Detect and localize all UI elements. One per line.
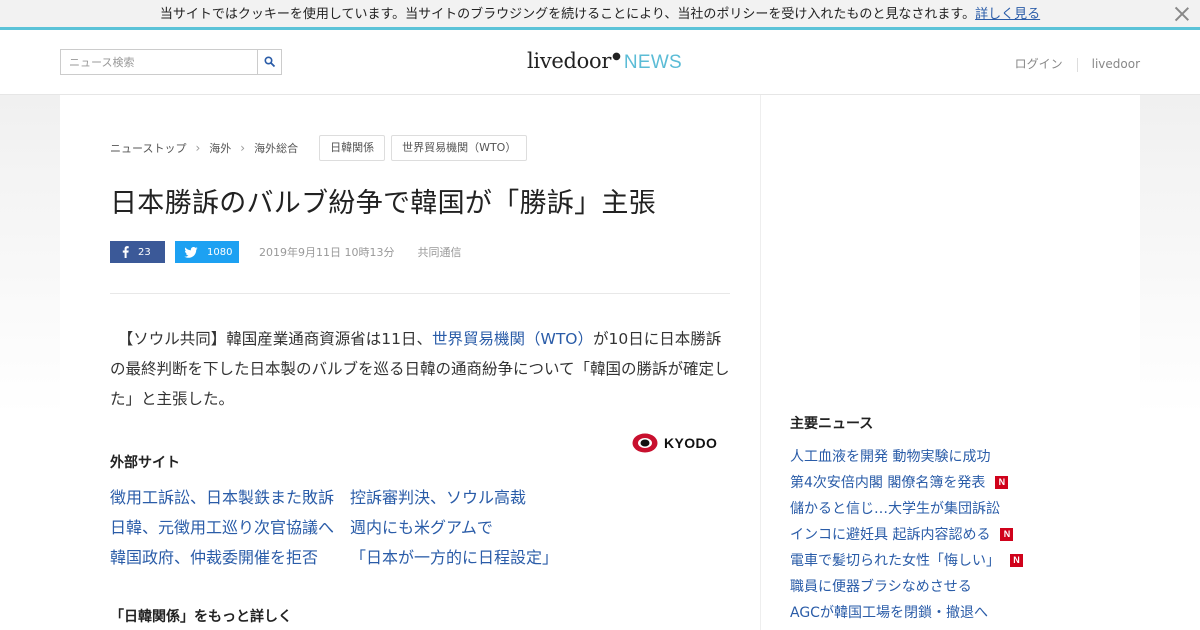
search-button[interactable] (257, 50, 281, 74)
external-links: 徴用工訴訟、日本製鉄また敗訴 控訴審判決、ソウル高裁 日韓、元徴用工巡り次官協議へ… (110, 483, 730, 573)
close-icon[interactable] (1174, 6, 1190, 22)
top-news-link[interactable]: 第4次安倍内閣 閣僚名簿を発表 (790, 472, 985, 492)
cookie-message: 当サイトではクッキーを使用しています。当サイトのブラウジングを続けることにより、… (159, 7, 976, 22)
wto-link[interactable]: 世界貿易機関（WTO） (432, 330, 593, 348)
top-news-link[interactable]: AGCが韓国工場を閉鎖・撤退へ (790, 602, 988, 622)
kyodo-logo: KYODO (632, 433, 717, 453)
facebook-count: 23 (138, 246, 151, 258)
chevron-right-icon: › (195, 141, 201, 155)
kyodo-mark-icon (632, 433, 658, 453)
list-item: 第4次安倍内閣 閣僚名簿を発表 N (790, 469, 1023, 495)
logo-news: NEWS (623, 52, 683, 73)
chevron-right-icon: › (240, 141, 246, 155)
twitter-share-button[interactable]: 1080 (175, 241, 239, 263)
new-badge: N (995, 475, 1009, 489)
list-item: インコに避妊具 起訴内容認める N (790, 521, 1023, 547)
breadcrumb-item-overseas[interactable]: 海外 (209, 140, 231, 156)
top-news-link[interactable]: 電車で髪切られた女性「悔しい」 (790, 550, 1000, 570)
body-text-lead: 【ソウル共同】韓国産業通商資源省は11日、 (125, 330, 432, 348)
facebook-icon (122, 246, 129, 258)
site-header: livedoor●NEWS ログインlivedoor (0, 33, 1200, 95)
tag-japan-korea[interactable]: 日韓関係 (319, 135, 386, 161)
external-link[interactable]: 控訴審判決、ソウル高裁 (350, 483, 526, 513)
external-link[interactable]: 韓国政府、仲裁委開催を拒否 (110, 543, 350, 573)
top-news-link[interactable]: インコに避妊具 起訴内容認める (790, 524, 990, 544)
facebook-share-button[interactable]: 23 (110, 241, 165, 263)
cookie-details-link[interactable]: 詳しく見る (975, 7, 1040, 22)
more-about-heading: 「日韓関係」をもっと詳しく (110, 609, 292, 625)
share-row: 23 1080 2019年9月11日 10時13分 共同通信 (110, 241, 461, 263)
list-item: 儲かると信じ…大学生が集団訴訟 (790, 495, 1023, 521)
login-link[interactable]: ログイン (1015, 57, 1063, 71)
article-title: 日本勝訴のバルブ紛争で韓国が「勝訴」主張 (110, 188, 656, 219)
top-news-link[interactable]: 儲かると信じ…大学生が集団訴訟 (790, 498, 1000, 518)
article-source: 共同通信 (417, 246, 462, 259)
logo-main: livedoor (527, 49, 612, 73)
new-badge: N (1000, 527, 1014, 541)
list-item: 電車で髪切られた女性「悔しい」 N (790, 547, 1023, 573)
divider (110, 293, 730, 294)
breadcrumb-item-news-top[interactable]: ニューストップ (110, 140, 186, 156)
header-links: ログイン livedoor (1015, 55, 1140, 72)
header-divider (1076, 57, 1078, 72)
livedoor-link[interactable]: livedoor (1092, 57, 1140, 71)
breadcrumb-item-overseas-general[interactable]: 海外総合 (254, 140, 298, 156)
breadcrumb: ニューストップ › 海外 › 海外総合 日韓関係 世界貿易機関（WTO） (110, 135, 528, 161)
search-box (60, 49, 282, 75)
top-news-link[interactable]: 職員に便器ブラシなめさせる (790, 576, 972, 596)
top-news-link[interactable]: 人工血液を開発 動物実験に成功 (790, 446, 990, 466)
twitter-count: 1080 (207, 246, 233, 258)
main-column: ニューストップ › 海外 › 海外総合 日韓関係 世界貿易機関（WTO） 日本勝… (60, 95, 760, 630)
cookie-banner: 当サイトではクッキーを使用しています。当サイトのブラウジングを続けることにより、… (0, 0, 1200, 30)
search-icon (264, 56, 276, 68)
twitter-icon (184, 246, 198, 258)
list-item: 人工血液を開発 動物実験に成功 (790, 443, 1023, 469)
list-item: AGCが韓国工場を閉鎖・撤退へ (790, 599, 1023, 625)
kyodo-logo-text: KYODO (664, 435, 718, 451)
publish-date: 2019年9月11日 10時13分 (259, 246, 395, 259)
list-item: 職員に便器ブラシなめさせる (790, 573, 1023, 599)
external-link[interactable]: 週内にも米グアムで (350, 513, 493, 543)
search-input[interactable] (61, 50, 257, 74)
site-logo[interactable]: livedoor● NEWS (527, 49, 682, 79)
logo-dot: ● (612, 51, 621, 62)
new-badge: N (1010, 553, 1023, 567)
top-news-heading: 主要ニュース (790, 416, 874, 432)
external-link[interactable]: 日韓、元徴用工巡り次官協議へ (110, 513, 350, 543)
top-news-list: 人工血液を開発 動物実験に成功 第4次安倍内閣 閣僚名簿を発表 N 儲かると信じ…… (790, 443, 1023, 625)
external-sites-heading: 外部サイト (110, 455, 180, 471)
external-link[interactable]: 徴用工訴訟、日本製鉄また敗訴 (110, 483, 350, 513)
external-link[interactable]: 「日本が一方的に日程設定」 (350, 543, 558, 573)
sidebar: 主要ニュース 人工血液を開発 動物実験に成功 第4次安倍内閣 閣僚名簿を発表 N … (760, 95, 1140, 630)
article-body: 【ソウル共同】韓国産業通商資源省は11日、世界貿易機関（WTO）が10日に日本勝… (110, 324, 730, 414)
external-link-row: 徴用工訴訟、日本製鉄また敗訴 控訴審判決、ソウル高裁 (110, 483, 730, 513)
external-link-row: 日韓、元徴用工巡り次官協議へ 週内にも米グアムで (110, 513, 730, 543)
external-link-row: 韓国政府、仲裁委開催を拒否 「日本が一方的に日程設定」 (110, 543, 730, 573)
tag-wto[interactable]: 世界貿易機関（WTO） (391, 135, 528, 161)
